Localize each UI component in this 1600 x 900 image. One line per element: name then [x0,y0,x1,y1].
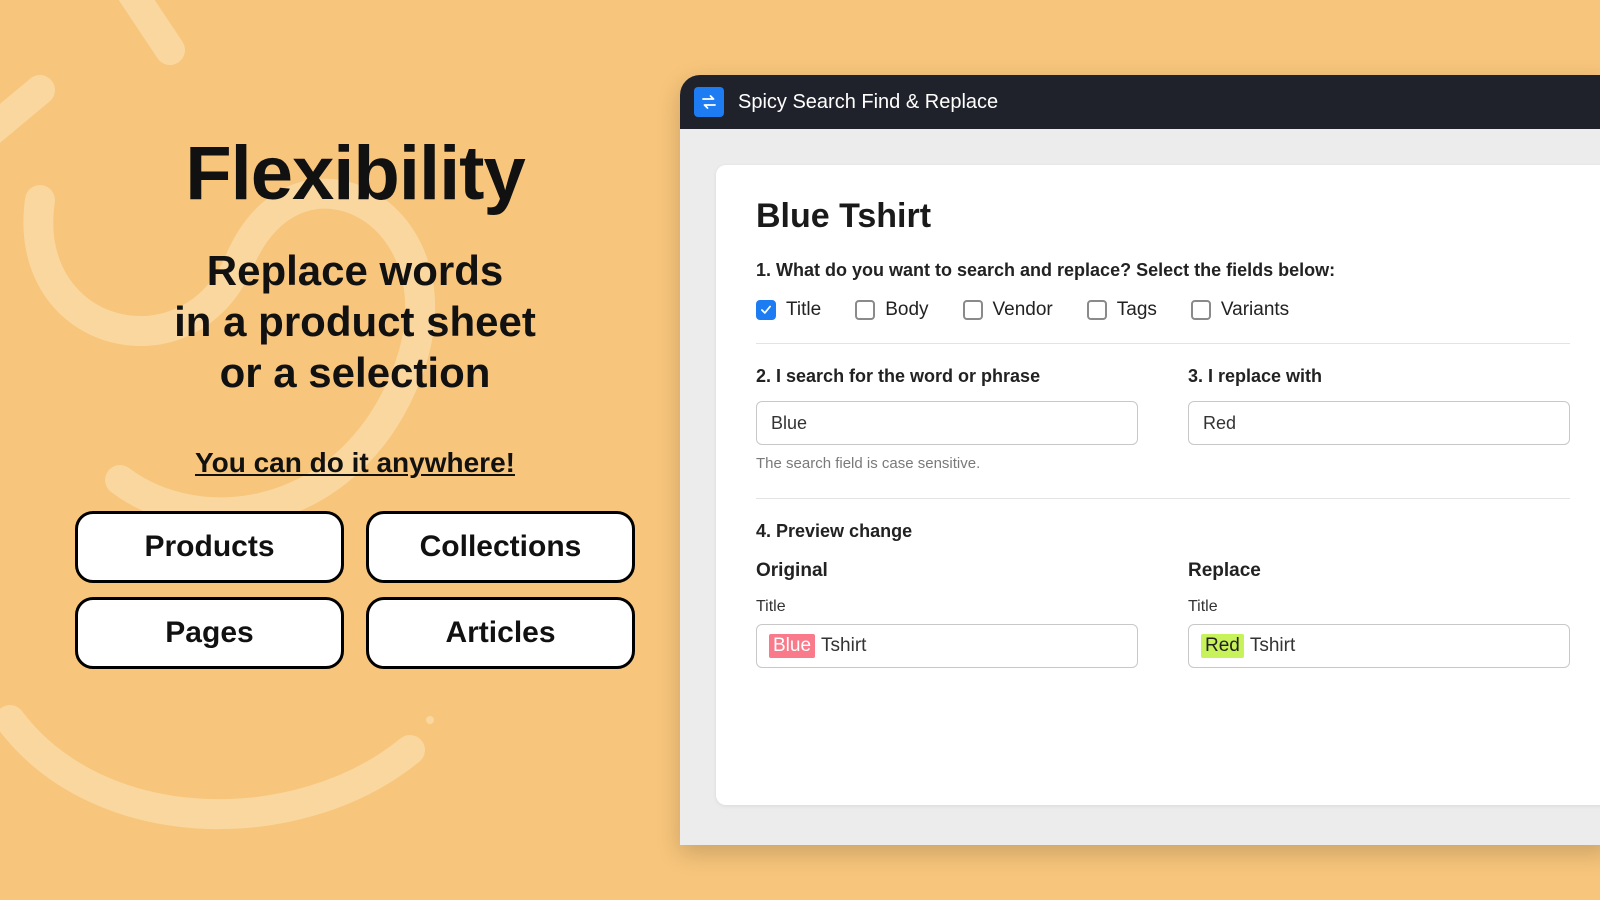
divider [756,498,1570,499]
product-title: Blue Tshirt [756,197,1570,236]
preview-replace-head: Replace [1188,560,1570,582]
checkmark-icon [756,300,776,320]
pill-grid: Products Collections Pages Articles [75,511,635,669]
app-window: Spicy Search Find & Replace Blue Tshirt … [680,75,1600,845]
search-input[interactable] [756,401,1138,445]
subheadline: Replace words in a product sheet or a se… [174,245,536,399]
marketing-panel: Flexibility Replace words in a product s… [75,130,635,669]
highlight-original: Blue [769,634,815,658]
editor-card: Blue Tshirt 1. What do you want to searc… [716,165,1600,805]
search-hint: The search field is case sensitive. [756,455,1138,472]
step1-label: 1. What do you want to search and replac… [756,260,1570,281]
app-title: Spicy Search Find & Replace [738,91,998,114]
checkbox-title[interactable]: Title [756,299,821,321]
field-checkboxes: Title Body Vendor Tags Variants [756,299,1570,344]
checkbox-tags[interactable]: Tags [1087,299,1157,321]
preview-original: Original Title Blue Tshirt [756,560,1138,668]
checkbox-body[interactable]: Body [855,299,928,321]
pill-products[interactable]: Products [75,511,344,583]
swap-icon [694,87,724,117]
pill-collections[interactable]: Collections [366,511,635,583]
headline: Flexibility [185,130,525,217]
preview-replace-field-label: Title [1188,598,1570,616]
preview-original-head: Original [756,560,1138,582]
highlight-replace: Red [1201,634,1244,658]
app-titlebar: Spicy Search Find & Replace [680,75,1600,129]
step4-label: 4. Preview change [756,521,1570,542]
replace-input[interactable] [1188,401,1570,445]
step3-label: 3. I replace with [1188,366,1570,387]
checkbox-vendor[interactable]: Vendor [963,299,1053,321]
checkbox-variants[interactable]: Variants [1191,299,1289,321]
preview-replace: Replace Title Red Tshirt [1188,560,1570,668]
tagline: You can do it anywhere! [195,447,515,479]
pill-articles[interactable]: Articles [366,597,635,669]
preview-original-field-label: Title [756,598,1138,616]
step2-label: 2. I search for the word or phrase [756,366,1138,387]
pill-pages[interactable]: Pages [75,597,344,669]
preview-original-value: Blue Tshirt [756,624,1138,668]
preview-replace-value: Red Tshirt [1188,624,1570,668]
